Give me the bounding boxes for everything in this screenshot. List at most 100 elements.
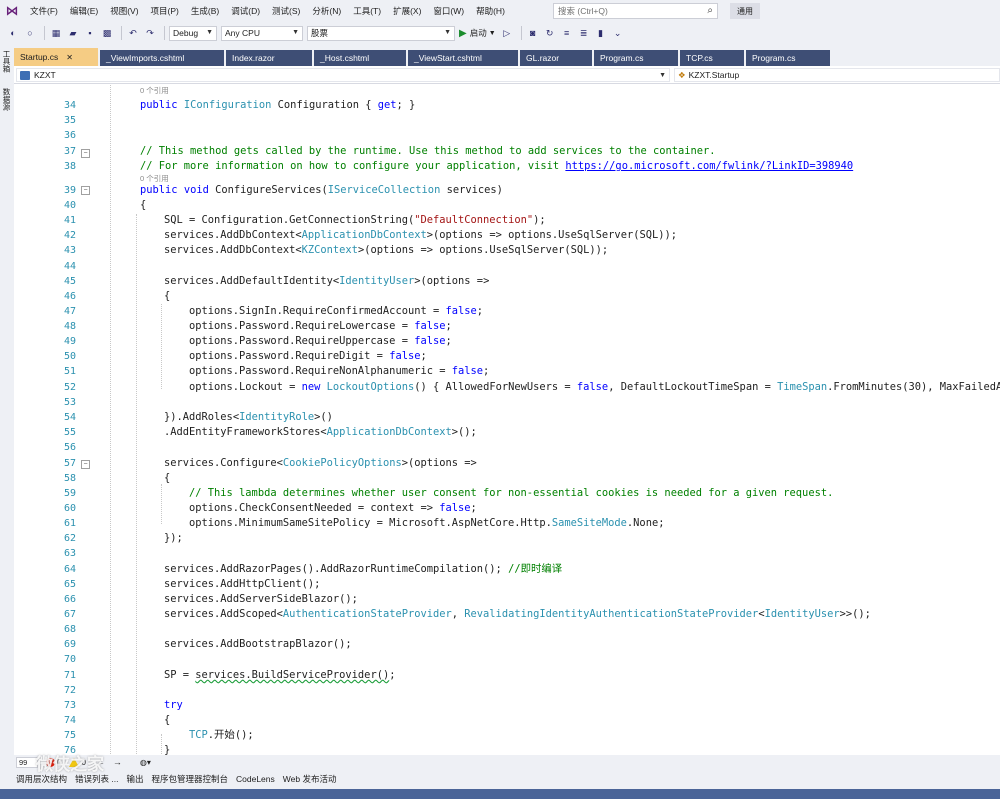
code-line-48: options.Password.RequireLowercase = fals… [189,320,452,332]
open-folder-icon[interactable]: ▰ [66,26,80,40]
platform-select[interactable]: Any CPU ▼ [221,25,303,41]
codelens-references[interactable]: 0 个引用 [140,174,169,183]
project-name: KZXT [34,70,56,80]
code-text-area[interactable]: 0 个引用 public IConfiguration Configuratio… [106,84,1000,769]
tab-viewstart[interactable]: _ViewStart.cshtml [408,50,518,66]
code-line-40: { [140,199,147,211]
line-number: 38 [63,161,76,172]
menu-build[interactable]: 生成(B) [185,0,225,22]
code-line-65: services.AddHttpClient(); [164,578,321,590]
collapse-icon[interactable]: − [81,460,90,469]
menu-debug[interactable]: 调试(D) [225,0,266,22]
collapse-icon[interactable]: − [81,186,90,195]
menu-file[interactable]: 文件(F) [24,0,64,22]
forward-icon[interactable]: ○ [23,26,37,40]
search-input[interactable]: 搜索 (Ctrl+Q) ⌕ [553,3,718,19]
save-icon[interactable]: ▪ [83,26,97,40]
code-line-51: options.Password.RequireNonAlphanumeric … [189,365,490,377]
toolbar-overflow-icon[interactable]: ⌄ [611,26,625,40]
code-line-52: options.Lockout = new LockoutOptions() {… [189,381,1000,393]
general-button[interactable]: 通用 [730,3,760,19]
code-editor[interactable]: 34 35 36 37 38 39 40 41 42 43 44 45 46 47 48 49 50 51 52 53… [14,84,1000,769]
code-line-34: public IConfiguration Configuration { ge… [140,99,416,111]
zoom-level-select[interactable]: 99 [16,756,38,768]
start-label: 启动 [469,28,487,38]
menu-tools[interactable]: 工具(T) [347,0,387,22]
code-line-71: SP = services.BuildServiceProvider(); [164,669,396,681]
bookmark-icon[interactable]: ▮ [594,26,608,40]
tab-startup-cs[interactable]: Startup.cs ✕ [14,48,98,66]
line-number: 44 [63,261,76,272]
tool-window-tabs: 调用层次结构 错误列表 ... 输出 程序包管理器控制台 CodeLens We… [0,769,1000,789]
line-number: 58 [63,473,76,484]
tab-web-publish-activity[interactable]: Web 发布活动 [283,773,337,785]
chevron-down-icon: ▼ [659,71,666,79]
tab-tcp-cs[interactable]: TCP.cs [680,50,744,66]
menu-help[interactable]: 帮助(H) [470,0,511,22]
project-dropdown[interactable]: KZXT ▼ [16,68,670,82]
browser-link-icon[interactable]: ◙ [526,26,540,40]
document-tabs: Startup.cs ✕ _ViewImports.cshtml Index.r… [14,48,1000,66]
tab-program-cs-2[interactable]: Program.cs [746,50,830,66]
new-project-icon[interactable]: ▦ [49,26,63,40]
visual-studio-logo-icon[interactable]: ⋈ [0,0,24,22]
tab-codelens[interactable]: CodeLens [236,774,275,784]
tab-label: TCP.cs [686,53,713,63]
line-number: 65 [63,579,76,590]
solution-config-select[interactable]: Debug ▼ [169,25,217,41]
class-icon: ❖ [678,69,686,80]
line-number: 60 [63,503,76,514]
tab-program-cs[interactable]: Program.cs [594,50,678,66]
save-all-icon[interactable]: ▩ [100,26,114,40]
forward-arrow-icon[interactable]: → [113,757,122,767]
comment-icon[interactable]: ≣ [577,26,591,40]
menu-window[interactable]: 窗口(W) [427,0,470,22]
undo-icon[interactable]: ↶ [126,26,140,40]
menu-edit[interactable]: 编辑(E) [64,0,104,22]
close-icon[interactable]: ✕ [66,53,73,62]
tab-output[interactable]: 输出 [126,773,143,785]
line-number: 45 [63,276,76,287]
menu-test[interactable]: 测试(S) [266,0,306,22]
code-line-60: options.CheckConsentNeeded = context => … [189,502,477,514]
redo-icon[interactable]: ↷ [143,26,157,40]
start-button[interactable]: ▶ 启动 ▼ [459,27,496,39]
line-number: 39 [63,185,76,196]
tab-package-manager-console[interactable]: 程序包管理器控制台 [151,773,228,785]
tab-viewimports[interactable]: _ViewImports.cshtml [100,50,224,66]
code-line-73: try [164,699,183,711]
run-without-debug-icon[interactable]: ▷ [500,26,514,40]
line-number: 66 [63,594,76,605]
startup-project-select[interactable]: 股票 ▼ [307,25,455,41]
code-line-49: options.Password.RequireUppercase = fals… [189,335,452,347]
line-number: 40 [63,200,76,211]
suggestion-squiggle[interactable]: services.BuildServiceProvider() [195,669,389,681]
tab-index-razor[interactable]: Index.razor [226,50,312,66]
line-number: 68 [63,624,76,635]
back-icon[interactable]: ◐ [6,26,20,40]
side-tab-data-sources[interactable]: 数据源 [2,88,12,111]
code-line-64: services.AddRazorPages().AddRazorRuntime… [164,563,563,575]
tab-label: Program.cs [752,53,796,63]
menu-project[interactable]: 项目(P) [145,0,185,22]
refresh-icon[interactable]: ↻ [543,26,557,40]
code-line-43: services.AddDbContext<KZContext>(options… [164,244,609,256]
menu-analyze[interactable]: 分析(N) [306,0,347,22]
line-number: 59 [63,488,76,499]
menu-extensions[interactable]: 扩展(X) [387,0,427,22]
tab-host-cshtml[interactable]: _Host.cshtml [314,50,406,66]
side-tab-toolbox[interactable]: 工具箱 [2,50,12,73]
cleanup-icon[interactable]: ◍▾ [140,758,151,767]
code-line-46: { [164,290,171,302]
menu-view[interactable]: 视图(V) [104,0,144,22]
type-dropdown[interactable]: ❖ KZXT.Startup [674,68,1000,82]
format-icon[interactable]: ≡ [560,26,574,40]
collapse-icon[interactable]: − [81,149,90,158]
line-number: 41 [63,215,76,226]
line-number: 54 [63,412,76,423]
tab-gl-razor[interactable]: GL.razor [520,50,592,66]
codelens-references[interactable]: 0 个引用 [140,86,169,95]
indicator-margin [14,84,34,769]
fwlink-url[interactable]: https://go.microsoft.com/fwlink/?LinkID=… [565,160,853,172]
line-number: 52 [63,382,76,393]
